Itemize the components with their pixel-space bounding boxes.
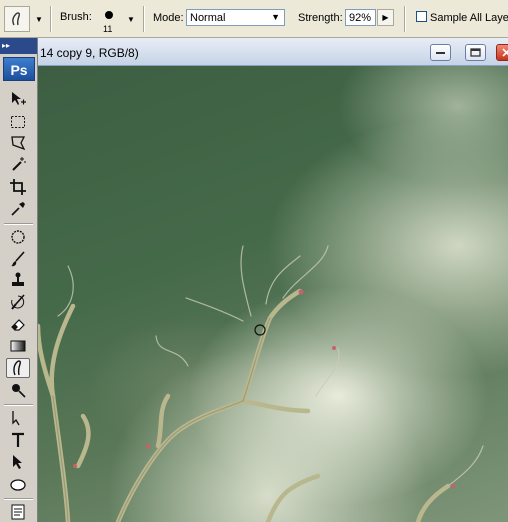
eraser-tool[interactable] [6,314,30,334]
maximize-button[interactable] [465,44,486,61]
brush-label: Brush: [60,11,92,23]
crop-icon [10,179,26,195]
type-icon [12,432,24,447]
strength-label: Strength: [298,12,343,24]
close-icon [502,48,508,57]
notes-tool[interactable] [6,502,30,522]
brush-tip-icon [105,11,113,19]
direct-select-icon [13,455,22,469]
crop-tool[interactable] [6,177,30,197]
stamp-icon [12,272,24,286]
move-tool[interactable] [6,89,30,109]
brush-icon [11,251,25,267]
smudge-finger-icon [4,6,30,32]
chevron-down-icon: ▼ [127,15,135,24]
divider [404,6,405,32]
minimize-button[interactable] [430,44,451,61]
magic-wand-tool[interactable] [6,155,30,175]
image-canvas[interactable] [38,66,508,522]
path-arrow-icon [12,411,20,426]
note-icon [11,504,25,520]
mode-label: Mode: [153,12,184,24]
lasso-icon [11,136,26,151]
sample-all-layers-label: Sample All Layers [430,12,508,24]
history-brush-icon [11,294,25,310]
burn-tool[interactable] [6,380,30,400]
divider [4,404,33,405]
close-button[interactable] [496,44,508,61]
options-bar: ▼ Brush: 11 ▼ Mode: Normal ▼ Strength: 9… [0,0,508,38]
sample-all-layers-checkbox[interactable] [416,11,427,22]
chevron-right-icon: ▶ [382,13,389,22]
eyedropper-tool[interactable] [6,199,30,219]
tool-preset-picker[interactable]: ▼ [4,6,44,32]
chevron-down-icon: ▼ [35,14,43,24]
magic-wand-icon [12,157,26,171]
path-selection-tool[interactable] [6,452,30,472]
brush-tool[interactable] [6,249,30,269]
eyedropper-icon [11,202,25,216]
minimize-icon [436,51,445,54]
marquee-icon [11,116,25,128]
toolbox: ▸▸ Ps [0,38,38,522]
healing-brush-tool[interactable] [6,227,30,247]
mode-value: Normal [190,11,226,24]
smudge-finger-icon [13,360,21,376]
document-titlebar[interactable]: 14 copy 9, RGB/8) [38,38,508,66]
brush-size: 11 [103,24,113,34]
divider [50,6,51,32]
lasso-tool[interactable] [6,133,30,153]
chevron-down-icon: ▼ [271,12,280,22]
clone-stamp-tool[interactable] [6,270,30,290]
divider [4,223,33,224]
maximize-icon [470,48,481,57]
toolbox-grip[interactable]: ▸▸ [0,38,37,54]
divider [143,6,144,32]
pen-tool[interactable] [6,408,30,428]
photoshop-logo[interactable]: Ps [3,57,35,81]
eraser-icon [11,319,25,331]
document-title: 14 copy 9, RGB/8) [40,46,139,60]
ellipse-icon [10,479,26,491]
ellipse-tool[interactable] [6,474,30,494]
bandage-icon [11,230,25,244]
strength-slider-button[interactable]: ▶ [377,9,394,26]
mode-select[interactable]: Normal ▼ [186,9,285,26]
marquee-tool[interactable] [6,112,30,132]
gradient-icon [10,340,26,352]
divider [4,498,33,499]
move-icon [12,92,26,105]
brush-picker[interactable]: 11 ▼ [100,6,135,34]
burn-icon [12,384,26,398]
strength-input[interactable]: 92% [345,9,376,26]
history-brush-tool[interactable] [6,292,30,312]
smudge-tool[interactable] [6,358,30,378]
gradient-tool[interactable] [6,336,30,356]
type-tool[interactable] [6,430,30,450]
branches-artwork [38,245,484,522]
